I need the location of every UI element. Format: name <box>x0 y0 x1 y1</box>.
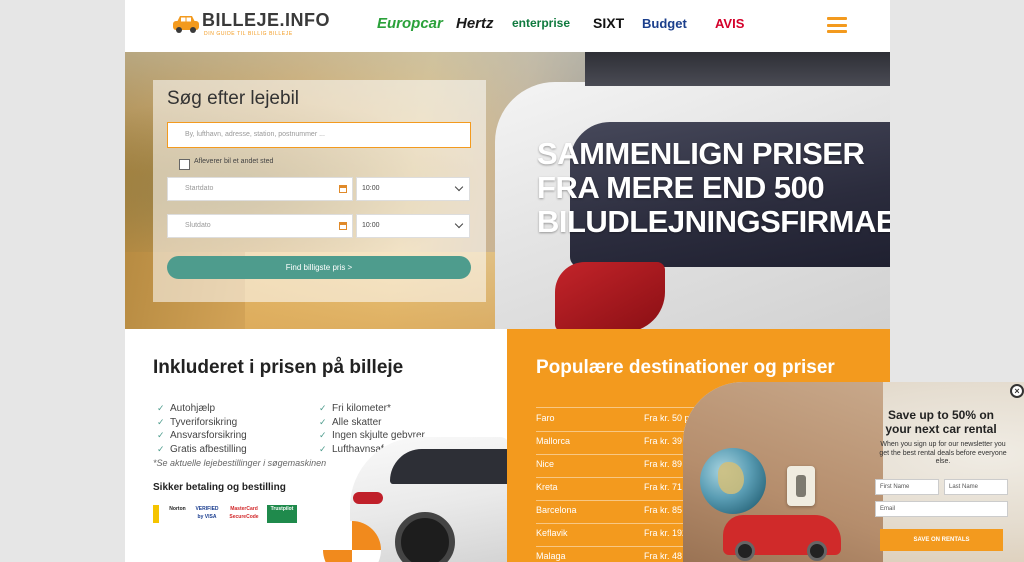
brand-enterprise[interactable]: enterprise <box>512 16 570 30</box>
brand-hertz[interactable]: Hertz <box>456 15 494 32</box>
calendar-icon <box>339 222 347 230</box>
norton-badge: Norton <box>153 505 194 523</box>
logo-name: BILLEJE.INFO <box>202 10 331 30</box>
location-input[interactable]: By, lufthavn, adresse, station, postnumm… <box>167 122 471 148</box>
destinations-title: Populære destinationer og priser <box>536 357 835 378</box>
logo-tagline: DIN GUIDE TIL BILLIG BILLEJE <box>204 31 293 37</box>
popup-subtitle: When you sign up for our newsletter you … <box>879 441 1007 465</box>
site-header: BILLEJE.INFO DIN GUIDE TIL BILLIG BILLEJ… <box>125 0 890 53</box>
included-list-1: Autohjælp Tyveriforsikring Ansvarsforsik… <box>157 402 247 456</box>
return-other-checkbox[interactable] <box>179 159 190 170</box>
list-item: Gratis afbestilling <box>157 443 247 457</box>
list-item: Ansvarsforsikring <box>157 429 247 443</box>
close-icon[interactable]: × <box>1010 384 1024 398</box>
calendar-icon <box>339 185 347 193</box>
brand-avis[interactable]: AVIS <box>715 16 744 31</box>
list-item: Tyveriforsikring <box>157 416 247 430</box>
list-item: Fri kilometer* <box>319 402 425 416</box>
find-cheapest-button[interactable]: Find billigste pris > <box>167 256 471 279</box>
return-other-label: Afleverer bil et andet sted <box>194 158 274 165</box>
trustpilot-badge: Trustpilot <box>267 505 297 523</box>
hamburger-icon[interactable] <box>827 17 847 33</box>
save-on-rentals-button[interactable]: SAVE ON RENTALS <box>880 529 1003 551</box>
last-name-field[interactable]: Last Name <box>944 479 1008 495</box>
list-item: Alle skatter <box>319 416 425 430</box>
search-form: Søg efter lejebil By, lufthavn, adresse,… <box>153 80 486 302</box>
email-field[interactable]: Email <box>875 501 1008 517</box>
red-car-image <box>723 515 841 561</box>
list-item: Autohjælp <box>157 402 247 416</box>
start-date-input[interactable]: Startdato <box>167 177 353 201</box>
popup-title: Save up to 50% on your next car rental <box>885 408 997 436</box>
end-date-input[interactable]: Slutdato <box>167 214 353 238</box>
start-time-select[interactable]: 10:00 <box>356 177 470 201</box>
brand-budget[interactable]: Budget <box>642 16 687 31</box>
globe-image <box>700 448 766 514</box>
included-title: Inkluderet i prisen på billeje <box>153 357 404 378</box>
hero-banner: SAMMENLIGN PRISER FRA MERE END 500 BILUD… <box>125 52 890 329</box>
power-socket-image <box>787 466 815 506</box>
mastercard-badge: MasterCard SecureCode <box>229 506 259 520</box>
brand-europcar[interactable]: Europcar <box>377 15 443 32</box>
hero-headline: SAMMENLIGN PRISER FRA MERE END 500 BILUD… <box>537 136 890 239</box>
included-section: Inkluderet i prisen på billeje Autohjælp… <box>125 329 507 562</box>
first-name-field[interactable]: First Name <box>875 479 939 495</box>
car-logo-icon <box>173 16 199 33</box>
search-title: Søg efter lejebil <box>167 88 300 109</box>
chevron-down-icon <box>454 182 464 192</box>
newsletter-popup: Save up to 50% on your next car rental W… <box>683 382 1024 562</box>
brand-sixt[interactable]: SIXT <box>593 15 624 31</box>
site-logo[interactable]: BILLEJE.INFO DIN GUIDE TIL BILLIG BILLEJ… <box>172 10 330 42</box>
included-note: *Se aktuelle lejebestillinger i søgemask… <box>153 458 327 468</box>
secure-payment-title: Sikker betaling og bestilling <box>153 482 286 493</box>
end-time-select[interactable]: 10:00 <box>356 214 470 238</box>
visa-verified-badge: VERIFIED by VISA <box>195 506 219 520</box>
chevron-down-icon <box>454 219 464 229</box>
